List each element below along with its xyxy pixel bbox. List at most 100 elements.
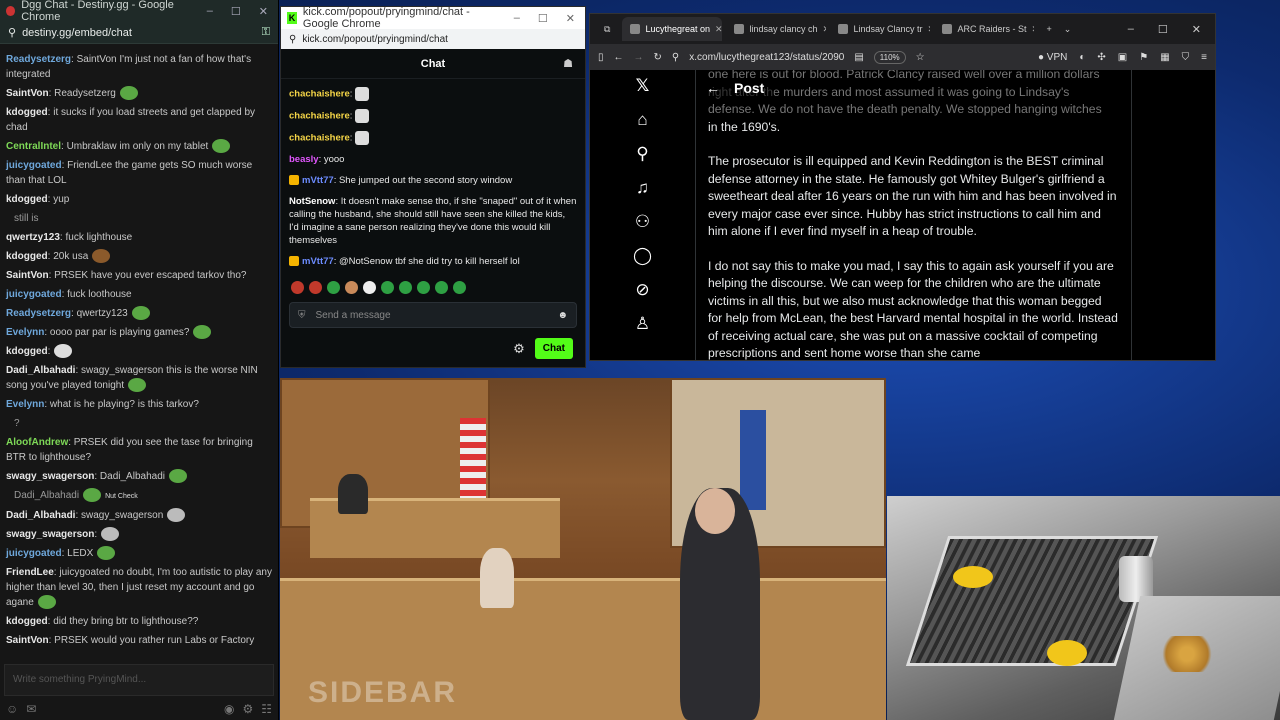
new-tab-button[interactable]: + — [1038, 24, 1059, 34]
kick-url[interactable]: kick.com/popout/pryingmind/chat — [302, 34, 448, 45]
reader-mode-icon[interactable]: ▤ — [854, 52, 863, 63]
chat-username[interactable]: Evelynn — [6, 399, 44, 410]
chat-username[interactable]: swagy_swagerson — [6, 529, 94, 540]
shield-icon[interactable]: ⛉ — [1182, 52, 1190, 63]
tab-close-icon[interactable]: ✕ — [822, 24, 826, 35]
tab-label[interactable]: lindsay clancy ch — [749, 24, 817, 34]
chat-username[interactable]: SaintVon — [6, 635, 49, 646]
minimize-button[interactable]: – — [207, 5, 213, 18]
chat-username[interactable]: Evelynn — [6, 327, 44, 338]
minimize-button[interactable]: – — [514, 12, 520, 25]
chat-username[interactable]: Dadi_Albahadi — [6, 510, 75, 521]
back-arrow-icon[interactable]: ← — [706, 80, 720, 98]
maximize-button[interactable]: ☐ — [538, 12, 548, 25]
bookmark-star-icon[interactable]: ☆ — [916, 52, 925, 63]
menu-icon[interactable]: ≡ — [1201, 52, 1207, 63]
chat-username[interactable]: juicygoated — [6, 160, 62, 171]
search-icon[interactable]: ⚲ — [636, 144, 648, 164]
emote-icon[interactable] — [327, 281, 340, 294]
extension-badge-icon[interactable]: ▣ — [1118, 52, 1127, 63]
site-info-icon[interactable]: ⚲ — [8, 26, 16, 39]
chat-users-icon[interactable]: ☗ — [563, 57, 573, 70]
home-icon[interactable]: ⌂ — [637, 110, 647, 130]
emote-icon[interactable] — [363, 281, 376, 294]
follow-icon[interactable]: ⚇ — [635, 212, 650, 232]
emote-icon[interactable] — [381, 281, 394, 294]
dgg-chat-input[interactable]: Write something PryingMind... — [4, 664, 274, 696]
messages-icon[interactable]: ◯ — [633, 246, 652, 266]
chat-username[interactable]: kdogged — [6, 616, 48, 627]
kick-message-input[interactable]: ⛨ Send a message ☻ — [289, 302, 577, 328]
dgg-url[interactable]: destiny.gg/embed/chat — [22, 27, 132, 39]
chat-username[interactable]: swagy_swagerson — [6, 471, 94, 482]
gear-icon[interactable]: ⚙ — [513, 341, 525, 357]
kick-address-bar[interactable]: ⚲ kick.com/popout/pryingmind/chat — [281, 29, 585, 49]
tab-close-icon[interactable]: ✕ — [927, 24, 930, 35]
close-button[interactable]: ✕ — [566, 12, 575, 25]
reload-icon[interactable]: ↻ — [654, 52, 662, 63]
chat-username[interactable]: SaintVon — [6, 88, 49, 99]
kick-input-placeholder[interactable]: Send a message — [316, 310, 391, 321]
extension-icon[interactable]: ◐ — [1079, 52, 1085, 63]
forward-arrow-icon[interactable]: → — [634, 52, 644, 63]
browser-tab[interactable]: ARC Raiders - St ✕ — [934, 17, 1034, 41]
chat-username[interactable]: kdogged — [6, 194, 48, 205]
emote-icon[interactable] — [309, 281, 322, 294]
chat-username[interactable]: chachaishere — [289, 133, 350, 144]
chat-username[interactable]: SaintVon — [6, 270, 49, 281]
whisper-icon[interactable]: ✉ — [26, 702, 36, 716]
users-icon[interactable]: ☷ — [261, 702, 272, 716]
tab-label[interactable]: Lindsay Clancy tr — [853, 24, 922, 34]
x-url[interactable]: x.com/lucythegreat123/status/2090 — [689, 52, 844, 63]
chat-username[interactable]: juicygoated — [6, 289, 62, 300]
site-info-icon[interactable]: ⚲ — [672, 52, 679, 63]
tab-close-icon[interactable]: ✕ — [715, 24, 722, 35]
key-icon[interactable]: ⚿ — [262, 26, 270, 39]
settings-gear-icon[interactable]: ⚙ — [242, 702, 253, 716]
chat-username[interactable]: kdogged — [6, 251, 48, 262]
tab-label[interactable]: Lucythegreat on — [645, 24, 710, 34]
chat-username[interactable]: kdogged — [6, 346, 48, 357]
tab-label[interactable]: ARC Raiders - St — [957, 24, 1026, 34]
chat-username[interactable]: FriendLee — [6, 567, 54, 578]
tab-actions-icon[interactable]: ⧉ — [596, 24, 618, 35]
emote-icon[interactable]: ☺ — [6, 702, 18, 716]
chat-username[interactable]: kdogged — [6, 107, 48, 118]
emote-icon[interactable] — [417, 281, 430, 294]
x-logo-icon[interactable]: 𝕏 — [636, 76, 650, 96]
grok-icon[interactable]: ⊘ — [635, 280, 649, 300]
browser-tab[interactable]: Lindsay Clancy tr ✕ — [830, 17, 930, 41]
visibility-icon[interactable]: ◉ — [224, 702, 234, 716]
browser-tab[interactable]: lindsay clancy ch ✕ — [726, 17, 826, 41]
puzzle-icon[interactable]: ✣ — [1097, 52, 1105, 63]
maximize-button[interactable]: ☐ — [1158, 23, 1168, 36]
chat-username[interactable]: CentralIntel — [6, 141, 61, 152]
chat-username[interactable]: AloofAndrew — [6, 437, 68, 448]
close-button[interactable]: ✕ — [259, 5, 268, 18]
emote-icon[interactable] — [435, 281, 448, 294]
dgg-address-bar[interactable]: ⚲ destiny.gg/embed/chat ⚿ — [0, 22, 278, 44]
chat-username[interactable]: chachaishere — [289, 89, 350, 100]
send-chat-button[interactable]: Chat — [534, 338, 573, 359]
emote-icon[interactable] — [453, 281, 466, 294]
emote-icon[interactable] — [345, 281, 358, 294]
emoji-icon[interactable]: ☻ — [557, 310, 568, 321]
vpn-button[interactable]: ● VPN — [1038, 52, 1067, 63]
extension-icon[interactable]: ⚑ — [1139, 52, 1148, 63]
emote-icon[interactable] — [291, 281, 304, 294]
chat-username[interactable]: NotSenow — [289, 196, 335, 207]
chat-username[interactable]: beasly — [289, 154, 319, 165]
chat-username[interactable]: mVtt77 — [302, 256, 334, 267]
chat-username[interactable]: juicygoated — [6, 548, 62, 559]
sidebar-toggle-icon[interactable]: ▯ — [598, 52, 604, 63]
tab-close-icon[interactable]: ✕ — [1031, 24, 1034, 35]
zoom-level[interactable]: 110% — [873, 50, 906, 64]
chat-username[interactable]: Readysetzerg — [6, 308, 71, 319]
tab-list-chevron-down-icon[interactable]: ⌄ — [1064, 24, 1072, 35]
close-button[interactable]: ✕ — [1192, 23, 1201, 36]
chat-username[interactable]: chachaishere — [289, 111, 350, 122]
minimize-button[interactable]: – — [1128, 23, 1134, 36]
chat-username[interactable]: Readysetzerg — [6, 54, 71, 65]
profile-icon[interactable]: ♙ — [635, 314, 650, 334]
maximize-button[interactable]: ☐ — [231, 5, 241, 18]
